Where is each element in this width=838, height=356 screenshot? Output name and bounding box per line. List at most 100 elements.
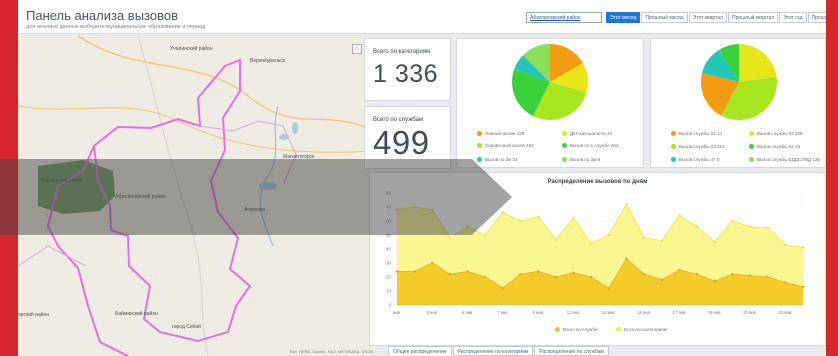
tab-this-quarter[interactable]: Этот квартал: [688, 12, 727, 23]
cat-legend-item-6: Вызов по 3м 9: [562, 157, 600, 163]
series-point-1: [554, 237, 558, 241]
x-tick-label: янв.: [393, 310, 401, 315]
svc-legend-item-5: Вызов службы 47 0: [671, 157, 719, 163]
map-attribution: Esri, HERE, Garmin, FAO, METI/NASA, USGS: [289, 349, 373, 354]
series-point-1: [678, 214, 681, 217]
y-tick-label: 20: [386, 275, 392, 280]
series-point-2: [536, 270, 540, 273]
overlay-arrow: [0, 159, 512, 235]
series-point-1: [448, 236, 452, 240]
x-tick-label: 5 янв.: [462, 310, 473, 315]
series-point-1: [519, 219, 522, 223]
series-point-2: [695, 272, 699, 276]
x-tick-label: 21 янв.: [743, 310, 757, 315]
map-label-bayimaksky: Баймакский район: [115, 311, 158, 317]
tab-last-year[interactable]: Прошлый год: [807, 12, 826, 23]
series-point-2: [801, 285, 805, 289]
y-tick-label: 0: [388, 303, 391, 308]
x-tick-label: 11 янв.: [567, 310, 580, 315]
series-point-2: [748, 274, 752, 277]
tab-last-quarter[interactable]: Прошлый квартал: [727, 12, 779, 23]
kpi-services-value: 499: [373, 124, 430, 161]
x-tick-label: 13 янв.: [602, 310, 616, 315]
series-point-1: [713, 240, 717, 244]
tab-category-distribution[interactable]: Распределение по категориям: [452, 346, 534, 356]
series-point-1: [660, 239, 664, 242]
category-pie-chart: [512, 44, 588, 120]
x-tick-label: 23 янв.: [778, 310, 792, 315]
kpi-services-label: Всего по службам: [373, 117, 424, 123]
series-point-2: [501, 286, 505, 290]
x-tick-label: 15 янв.: [637, 310, 651, 315]
series-point-2: [395, 270, 399, 273]
map-label-sibay: город Сибай: [172, 324, 201, 330]
series-point-2: [678, 268, 681, 272]
series-point-1: [766, 226, 769, 230]
series-point-2: [483, 275, 487, 279]
map-home-button[interactable]: ⌂: [352, 44, 362, 54]
series-point-1: [572, 216, 575, 220]
cat-legend-item-2: Детская шалость 42: [562, 131, 612, 137]
header-bar: Панель анализа вызовов для анализа данны…: [18, 0, 826, 34]
series-point-2: [766, 275, 769, 279]
svc-legend-item-6: Вызов службы ЕДДС/УВД 135: [749, 157, 820, 163]
tab-last-month[interactable]: Прошлый месяц: [641, 12, 688, 23]
cat-legend-item-3: Справочный вызов 452: [477, 143, 534, 149]
series-point-2: [589, 275, 593, 279]
cat-legend-item-4: Вызов по 1 службе 462: [562, 143, 618, 149]
y-tick-label: 10: [386, 289, 392, 294]
x-tick-label: 7 янв.: [497, 310, 508, 315]
page-title: Панель анализа вызовов: [26, 8, 179, 23]
series-point-2: [572, 271, 575, 275]
services-pie-chart: [700, 44, 777, 120]
x-tick-label: 9 янв.: [532, 310, 543, 315]
series-point-1: [801, 246, 805, 249]
tab-service-distribution[interactable]: Распределение по службам: [534, 346, 609, 356]
tab-this-month[interactable]: Этот месяц: [606, 12, 641, 23]
line-legend-categories: Всего по категориям: [616, 327, 667, 333]
series-point-2: [731, 272, 734, 276]
series-point-1: [784, 243, 787, 247]
kpi-categories-card: Всего по категориям 1 336: [364, 38, 451, 101]
chart-tabs: Общее распределение Распределение по кат…: [388, 346, 610, 356]
series-point-2: [642, 272, 646, 276]
series-point-1: [625, 202, 628, 206]
tab-general-distribution[interactable]: Общее распределение: [388, 346, 452, 356]
tab-this-year[interactable]: Этот год: [779, 12, 807, 23]
svc-legend-item-4: Вызов службы 04 34: [749, 144, 800, 150]
kpi-categories-label: Всего по категориям: [373, 49, 431, 55]
series-point-2: [413, 270, 416, 273]
series-point-1: [607, 233, 611, 237]
period-tabs: Этот месяц Прошлый месяц Этот квартал Пр…: [606, 12, 826, 23]
series-point-2: [625, 257, 628, 261]
series-point-1: [695, 225, 699, 228]
svc-legend-item-1: Вызов службы 01 14: [671, 131, 722, 137]
series-point-1: [731, 219, 734, 223]
series-point-1: [536, 215, 540, 219]
page-subtitle: для анализа данных выберите муниципально…: [26, 24, 206, 30]
series-point-2: [607, 286, 611, 290]
cat-legend-item-1: Ложный вызов 129: [477, 131, 524, 137]
map-label-verkhneuralsk: Верхнеуральск: [250, 58, 286, 64]
y-tick-label: 30: [386, 261, 392, 266]
kpi-categories-value: 1 336: [373, 60, 439, 88]
svc-legend-item-2: Вызов службы 02 108: [749, 131, 802, 137]
map-label-khaibullinsky: орский район: [18, 312, 50, 318]
series-point-1: [748, 225, 752, 228]
y-tick-label: 40: [386, 247, 392, 252]
services-pie-panel: Вызов службы 01 14 Вызов службы 02 108 В…: [650, 38, 826, 168]
category-pie-panel: Ложный вызов 129 Детская шалость 42 Спра…: [456, 38, 644, 168]
line-legend-services: Всего по службе: [555, 327, 598, 333]
series-point-2: [784, 281, 787, 284]
region-selector[interactable]: Абзелиловский район: [526, 12, 602, 23]
series-point-1: [642, 236, 646, 240]
x-tick-label: 3 янв.: [427, 310, 438, 315]
svc-legend-item-3: Вызов службы 03 213: [671, 144, 724, 150]
series-point-2: [431, 261, 434, 265]
series-point-2: [554, 275, 558, 279]
series-point-2: [519, 272, 522, 276]
map-label-uchalinsky: Учалинский район: [170, 46, 213, 52]
series-point-1: [589, 242, 593, 245]
series-point-2: [448, 272, 452, 276]
x-tick-label: 19 янв.: [708, 310, 722, 315]
